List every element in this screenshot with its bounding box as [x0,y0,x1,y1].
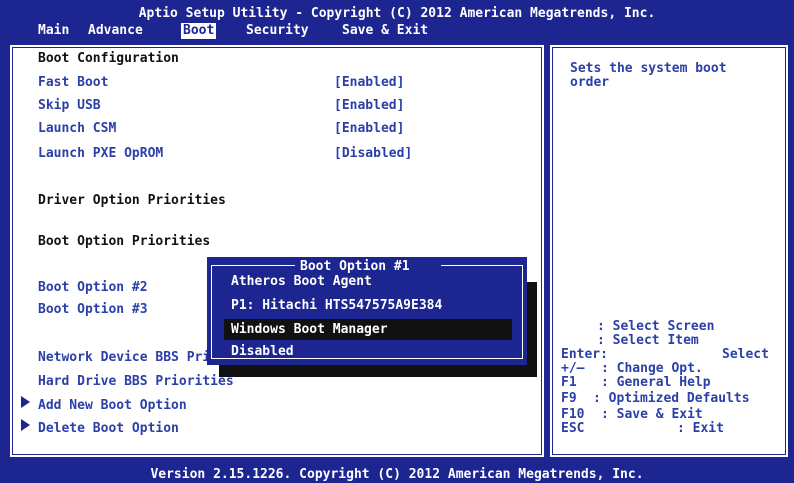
launch-pxe-label[interactable]: Launch PXE OpROM [38,146,163,161]
key-esc-desc: : Exit [677,421,724,436]
boot-option-3[interactable]: Boot Option #3 [38,302,148,317]
key-enter: Enter: [561,347,608,362]
help-description-line1: Sets the system boot [570,61,727,76]
launch-pxe-value[interactable]: [Disabled] [334,146,412,161]
tab-main[interactable]: Main [38,23,69,39]
key-enter-desc: Select [722,347,769,362]
add-boot-option[interactable]: Add New Boot Option [38,398,187,413]
driver-priorities-heading: Driver Option Priorities [38,193,226,208]
key-f10-desc: : Save & Exit [601,407,703,422]
popup-option-hitachi[interactable]: P1: Hitachi HTS547575A9E384 [231,298,442,313]
footer-bar: Version 2.15.1226. Copyright (C) 2012 Am… [0,465,794,483]
hdd-bbs-priorities[interactable]: Hard Drive BBS Priorities [38,374,234,389]
skip-usb-label[interactable]: Skip USB [38,98,101,113]
help-description-line2: order [570,75,610,90]
key-select-item-desc: : Select Item [597,333,699,348]
popup-option-atheros[interactable]: Atheros Boot Agent [231,274,372,289]
tab-security[interactable]: Security [246,23,309,39]
key-f1: F1 [561,375,577,390]
app-title: Aptio Setup Utility - Copyright (C) 2012… [138,6,656,21]
tab-save-exit[interactable]: Save & Exit [342,23,428,39]
popup-title: Boot Option #1 [300,259,410,274]
skip-usb-value[interactable]: [Enabled] [334,98,404,113]
version-text: Version 2.15.1226. Copyright (C) 2012 Am… [150,467,644,482]
key-select-screen-desc: : Select Screen [597,319,715,334]
launch-csm-label[interactable]: Launch CSM [38,121,116,136]
key-f9: F9 [561,391,577,406]
boot-priorities-heading: Boot Option Priorities [38,234,211,249]
popup-option-windows[interactable]: Windows Boot Manager [231,322,388,337]
submenu-arrow-icon [21,419,30,431]
key-f10: F10 [561,407,585,422]
section-title: Boot Configuration [38,51,179,66]
boot-option-2[interactable]: Boot Option #2 [38,280,148,295]
launch-csm-value[interactable]: [Enabled] [334,121,404,136]
boot-option-1[interactable]: Boot Option #1 [38,256,148,271]
fast-boot-label[interactable]: Fast Boot [38,75,108,90]
key-esc: ESC [561,421,585,436]
key-plus-minus-desc: : Change Opt. [601,361,703,376]
key-f1-desc: : General Help [601,375,711,390]
fast-boot-value[interactable]: [Enabled] [334,75,404,90]
key-f9-desc: : Optimized Defaults [593,391,750,406]
tab-boot[interactable]: Boot [181,23,217,39]
tab-advance[interactable]: Advance [88,23,143,39]
header-bar: Aptio Setup Utility - Copyright (C) 2012… [0,0,794,41]
delete-boot-option[interactable]: Delete Boot Option [38,421,179,436]
submenu-arrow-icon [21,396,30,408]
key-plus-minus: +/— [561,361,585,376]
popup-option-disabled[interactable]: Disabled [231,344,294,359]
